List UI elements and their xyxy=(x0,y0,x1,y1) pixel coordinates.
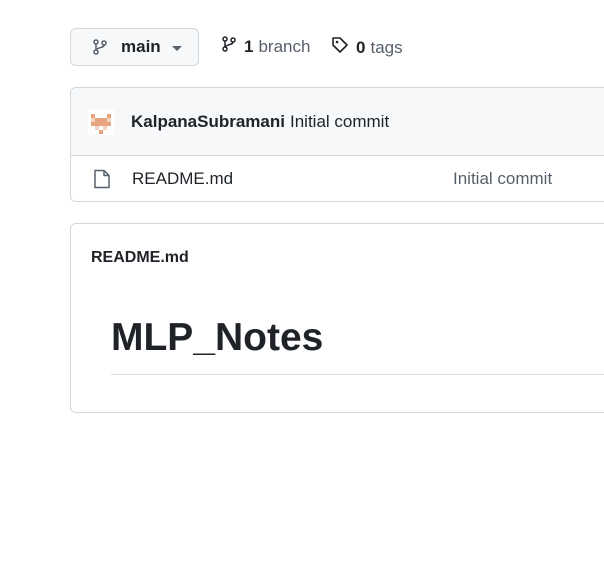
readme-panel: README.md MLP_Notes xyxy=(70,223,604,413)
avatar[interactable] xyxy=(88,108,114,135)
commit-message-link[interactable]: Initial commit xyxy=(290,112,389,132)
branches-link[interactable]: 1 branch xyxy=(221,36,310,57)
branch-count: 1 xyxy=(244,36,254,56)
caret-down-icon xyxy=(171,45,182,51)
commit-author-link[interactable]: KalpanaSubramani xyxy=(131,112,285,132)
branch-count-label: branch xyxy=(258,36,311,56)
file-commit-message-link[interactable]: Initial commit xyxy=(453,169,552,189)
branch-select-button[interactable]: main xyxy=(70,28,199,66)
readme-heading: MLP_Notes xyxy=(111,314,604,375)
file-list: KalpanaSubramani Initial commit README.m… xyxy=(70,87,604,202)
branch-name: main xyxy=(121,37,161,56)
git-branch-icon xyxy=(221,36,237,57)
repo-code-page: main 1 branch 0 tags KalpanaSubramani In… xyxy=(0,0,604,577)
readme-title-link[interactable]: README.md xyxy=(91,249,189,267)
file-name-link[interactable]: README.md xyxy=(132,169,233,189)
file-icon xyxy=(93,169,111,189)
tag-count: 0 xyxy=(356,37,366,57)
readme-header: README.md xyxy=(71,224,604,292)
tag-icon xyxy=(331,36,349,59)
tags-link[interactable]: 0 tags xyxy=(331,36,403,59)
tag-count-label: tags xyxy=(370,37,403,57)
git-branch-icon xyxy=(92,39,108,55)
file-row[interactable]: README.md Initial commit xyxy=(71,156,604,201)
latest-commit-row: KalpanaSubramani Initial commit xyxy=(71,88,604,156)
readme-body: MLP_Notes xyxy=(71,314,604,375)
